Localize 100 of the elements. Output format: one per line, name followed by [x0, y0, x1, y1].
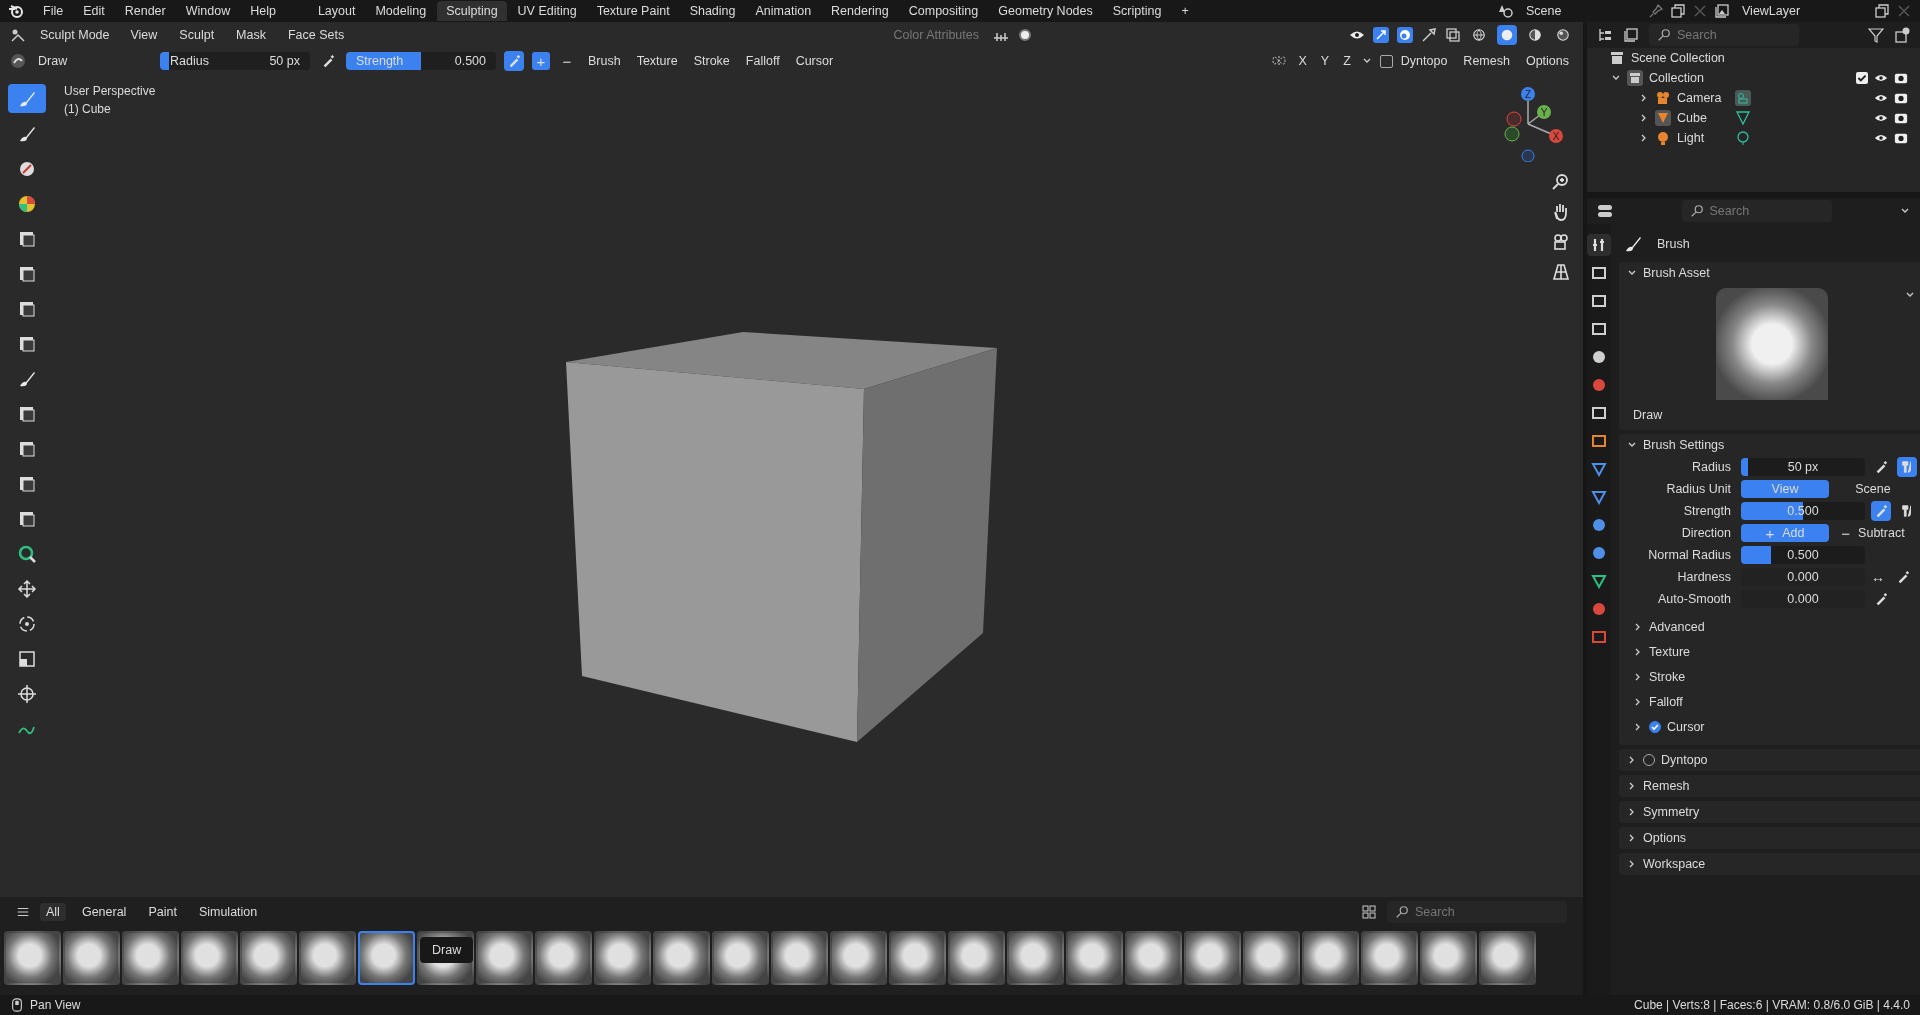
remesh-dropdown[interactable]: Remesh — [1459, 52, 1514, 70]
menu-dropdown[interactable]: Stroke — [689, 52, 734, 70]
outliner-item[interactable]: Cube — [1677, 111, 1729, 125]
brush-thumbnail[interactable] — [1125, 931, 1182, 985]
light-data-icon[interactable] — [1735, 130, 1751, 146]
brush-thumbnail[interactable] — [1184, 931, 1241, 985]
circle-icon[interactable] — [1017, 27, 1033, 43]
checkbox[interactable] — [1856, 72, 1868, 84]
menu-item[interactable]: Render — [117, 2, 173, 20]
subpanel-header[interactable]: Advanced — [1633, 614, 1920, 639]
axis-gizmo[interactable]: X Y Z — [1490, 82, 1570, 162]
brush-thumbnail[interactable] — [299, 931, 356, 985]
catalog-tab[interactable]: Simulation — [192, 903, 264, 921]
workspace-tab[interactable]: Animation — [746, 1, 821, 21]
brush-thumbnail[interactable] — [594, 931, 651, 985]
brush-thumbnail[interactable] — [535, 931, 592, 985]
brush-thumbnail[interactable] — [771, 931, 828, 985]
outliner-item[interactable]: Camera — [1677, 91, 1729, 105]
brush-thumbnail[interactable] — [712, 931, 769, 985]
rotate-icon[interactable] — [17, 613, 37, 634]
camera-icon[interactable] — [1894, 91, 1908, 105]
panel-header[interactable]: Workspace — [1619, 853, 1920, 875]
arrows-icon[interactable]: ↔ — [1871, 569, 1887, 585]
panel-header[interactable]: Remesh — [1619, 775, 1920, 797]
outliner-item[interactable]: Scene Collection — [1631, 51, 1725, 65]
brush-thumbnail[interactable] — [358, 931, 415, 985]
brush-thumbnail[interactable] — [1007, 931, 1064, 985]
close-icon[interactable] — [1896, 3, 1912, 19]
workspace-tab[interactable]: Texture Paint — [587, 1, 679, 21]
number-field[interactable]: 0.000 — [1741, 568, 1865, 586]
workspace-tab[interactable]: Geometry Nodes — [989, 1, 1102, 21]
brush-preview[interactable] — [1716, 288, 1828, 400]
brush-thumbnail[interactable] — [1243, 931, 1300, 985]
workspace-tab[interactable]: Sculpting — [437, 1, 507, 21]
view-layer-field[interactable]: ViewLayer — [1736, 2, 1868, 20]
menu-dropdown[interactable]: Brush — [584, 52, 625, 70]
brush-thumbnail[interactable] — [1066, 931, 1123, 985]
outliner-item[interactable]: Light — [1677, 131, 1729, 145]
direction-button[interactable]: − — [558, 52, 576, 70]
new-collection-icon[interactable] — [1894, 27, 1910, 43]
property-slider[interactable]: 0.500 — [1741, 502, 1865, 520]
brush-thumbnail[interactable] — [948, 931, 1005, 985]
scale-icon[interactable] — [17, 648, 37, 669]
overlay-icon[interactable] — [1397, 27, 1413, 43]
number-field[interactable]: 0.000 — [1741, 590, 1865, 608]
outliner-item[interactable]: Collection — [1649, 71, 1704, 85]
gizmo-icon[interactable] — [1373, 27, 1389, 43]
subpanel-header[interactable]: Stroke — [1633, 664, 1920, 689]
pin-icon[interactable] — [1648, 3, 1664, 19]
workspace-tab[interactable]: Scripting — [1103, 1, 1171, 21]
brush-thumbnail[interactable] — [1479, 931, 1536, 985]
subpanel-header[interactable]: Texture — [1633, 639, 1920, 664]
panel-header[interactable]: Brush Settings — [1619, 434, 1920, 456]
camera-icon[interactable] — [1894, 111, 1908, 125]
menu-dropdown[interactable]: Falloff — [741, 52, 784, 70]
camera-icon[interactable] — [1894, 71, 1908, 85]
axis-toggle[interactable]: Y — [1317, 54, 1333, 68]
brush-thumbnail[interactable] — [1420, 931, 1477, 985]
panel-header[interactable]: Dyntopo — [1619, 749, 1920, 771]
property-slider[interactable]: 50 px — [1741, 458, 1865, 476]
workspace-tab[interactable]: Layout — [308, 1, 365, 21]
close-icon[interactable] — [1692, 3, 1708, 19]
workspace-tab[interactable]: Compositing — [899, 1, 988, 21]
brush-thumbnail[interactable] — [1302, 931, 1359, 985]
catalog-tab[interactable]: Paint — [142, 903, 183, 921]
dyntopo-dropdown[interactable]: Dyntopo — [1396, 52, 1452, 70]
brush-thumbnail[interactable] — [4, 931, 61, 985]
move-icon[interactable] — [17, 578, 37, 599]
add-workspace-button[interactable]: + — [1172, 1, 1198, 21]
menu-item[interactable]: Face Sets — [281, 26, 352, 44]
panel-header[interactable]: Symmetry — [1619, 801, 1920, 823]
menu-item[interactable]: Window — [178, 2, 238, 20]
checkbox[interactable] — [1649, 720, 1661, 733]
property-slider[interactable]: 0.500 — [1741, 546, 1865, 564]
brush-thumbnail[interactable] — [476, 931, 533, 985]
menu-icon[interactable] — [16, 905, 30, 919]
camera-icon[interactable] — [1894, 131, 1908, 145]
workspace-tab[interactable]: Shading — [680, 1, 745, 21]
panel-header[interactable]: Brush Asset — [1619, 262, 1920, 284]
search-field[interactable]: Search — [1387, 901, 1567, 923]
grid-view-icon[interactable] — [1361, 904, 1377, 920]
brush-thumbnail[interactable] — [240, 931, 297, 985]
editor-type-icon[interactable] — [10, 27, 26, 43]
logo-icon[interactable] — [8, 3, 24, 19]
image-stack-icon[interactable] — [1623, 27, 1639, 43]
camera-icon[interactable] — [1551, 232, 1571, 252]
brush-icon[interactable] — [10, 53, 26, 69]
catalog-tab[interactable]: All — [40, 903, 66, 921]
brush-thumbnail[interactable] — [181, 931, 238, 985]
color-wheel-icon[interactable] — [17, 193, 37, 214]
search-field[interactable]: Search — [1681, 200, 1832, 222]
radius-slider[interactable]: Radius 50 px — [160, 52, 310, 70]
option-button[interactable]: − Subtract — [1829, 524, 1917, 542]
axis-toggle[interactable]: Z — [1340, 54, 1354, 68]
strength-slider[interactable]: Strength 0.500 — [346, 52, 496, 70]
image-stack-icon[interactable] — [1714, 3, 1730, 19]
catalog-tab[interactable]: General — [75, 903, 133, 921]
menu-dropdown[interactable]: Cursor — [791, 52, 838, 70]
camera-data-icon[interactable] — [1735, 90, 1751, 106]
subpanel-header[interactable]: Falloff — [1633, 689, 1920, 714]
